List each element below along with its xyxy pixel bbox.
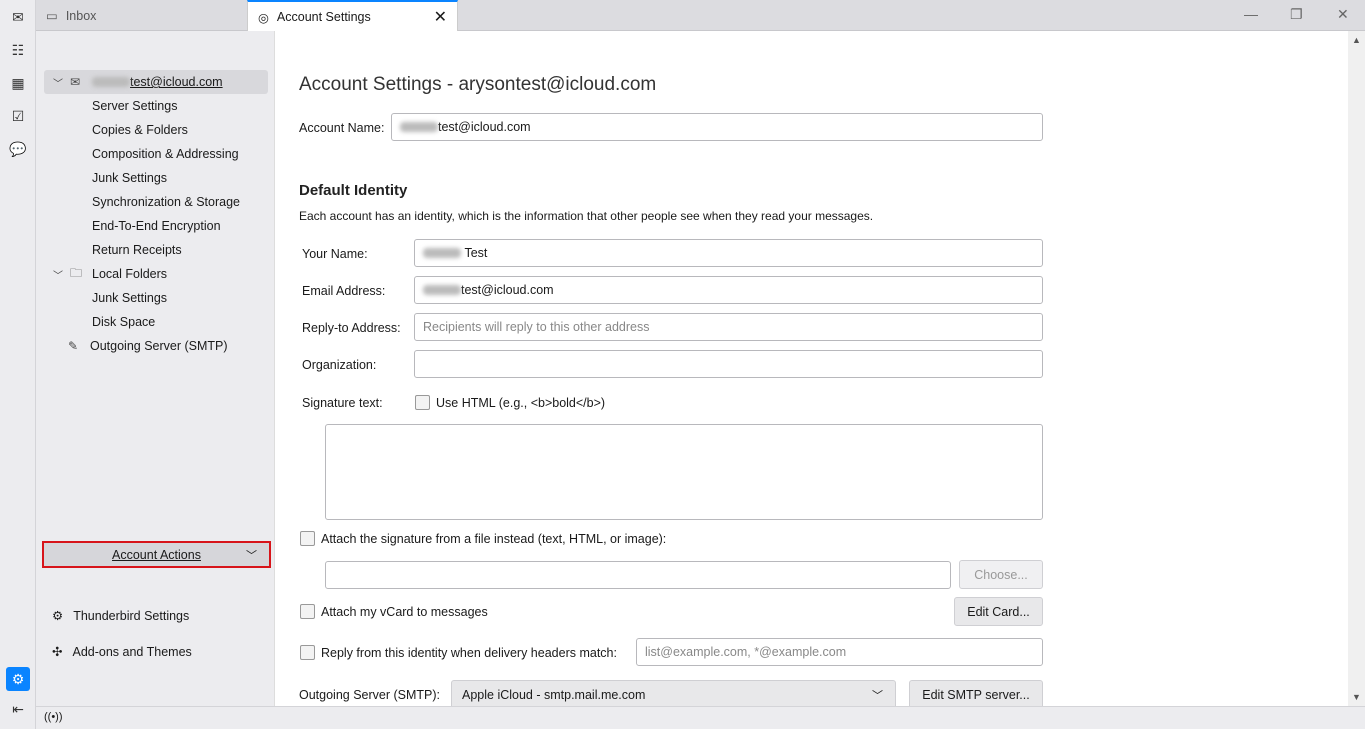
tab-bar: ▭ Inbox ◎ Account Settings ✕ — ❐ ✕ [36,0,1365,32]
tab-label: Inbox [65,8,97,23]
your-name-label: Your Name: [302,247,368,261]
redacted [92,77,130,87]
spaces-toolbar: ✉ ☷ ▦ ☑ 💬 ⚙ ⇤ [0,0,36,729]
tree-item-sync[interactable]: Synchronization & Storage [44,190,268,214]
outgoing-server-item[interactable]: ✎ Outgoing Server (SMTP) [44,334,268,358]
use-html-checkbox[interactable] [415,395,430,410]
scroll-up-icon[interactable]: ▲ [1352,35,1361,45]
inbox-icon: ▭ [46,9,58,23]
reply-from-input[interactable]: list@example.com, *@example.com [636,638,1043,666]
puzzle-icon: ✣ [52,645,63,659]
settings-gear-icon[interactable]: ⚙ [6,667,30,691]
page-title: Account Settings - arysontest@icloud.com [299,74,657,95]
folder-icon: 🗀 [70,265,83,280]
addons-themes-link[interactable]: ✣ Add-ons and Themes [52,644,192,660]
account-label: test@icloud.com [130,75,223,89]
mail-icon[interactable]: ✉ [9,8,27,26]
tree-item-junk[interactable]: Junk Settings [44,166,268,190]
chevron-down-icon[interactable]: ﹀ [50,75,66,90]
close-window-icon[interactable]: ✕ [1337,6,1349,23]
online-status-icon[interactable]: ((•)) [44,711,63,723]
outgoing-label: Outgoing Server (SMTP) [90,339,228,353]
chat-icon[interactable]: 💬 [9,140,27,158]
input-value: test@icloud.com [461,283,554,297]
tab-inbox[interactable]: ▭ Inbox [36,0,247,31]
tab-account-settings[interactable]: ◎ Account Settings ✕ [247,0,458,32]
tree-item-composition[interactable]: Composition & Addressing [44,142,268,166]
redacted [400,122,438,132]
signature-label: Signature text: [302,396,383,410]
reply-from-checkbox[interactable] [300,645,315,660]
attach-signature-checkbox[interactable] [300,531,315,546]
attach-vcard-checkbox[interactable] [300,604,315,619]
account-icon: ◎ [258,10,269,25]
scroll-down-icon[interactable]: ▼ [1352,692,1361,702]
redacted [423,285,461,295]
email-input[interactable]: test@icloud.com [414,276,1043,304]
choose-button[interactable]: Choose... [959,560,1043,589]
account-settings-pane: Account Settings - arysontest@icloud.com… [275,31,1348,706]
edit-smtp-button[interactable]: Edit SMTP server... [909,680,1043,706]
tree-item-server-settings[interactable]: Server Settings [44,94,268,118]
link-label: Add-ons and Themes [72,644,192,659]
address-book-icon[interactable]: ☷ [9,41,27,59]
local-folders-item[interactable]: ﹀ 🗀 Local Folders [44,262,268,286]
email-label: Email Address: [302,284,386,298]
gear-icon: ⚙ [52,609,64,623]
link-label: Thunderbird Settings [73,608,190,623]
input-value: Test [464,246,488,260]
outgoing-server-select[interactable]: Apple iCloud - smtp.mail.me.com ﹀ [451,680,896,706]
organization-input[interactable] [414,350,1043,378]
account-name-input[interactable]: test@icloud.com [391,113,1043,141]
section-heading: Default Identity [299,182,408,199]
select-value: Apple iCloud - smtp.mail.me.com [462,687,646,702]
close-tab-icon[interactable]: ✕ [434,7,447,27]
mail-account-icon: ✉ [70,75,81,89]
chevron-down-icon: ﹀ [246,549,257,562]
outgoing-server-icon: ✎ [68,339,79,353]
outgoing-server-label: Outgoing Server (SMTP): [299,688,441,702]
calendar-icon[interactable]: ▦ [9,74,27,92]
minimize-icon[interactable]: — [1244,6,1258,22]
collapse-toolbar-icon[interactable]: ⇤ [9,700,27,718]
input-value: test@icloud.com [438,120,531,134]
tree-item-copies-folders[interactable]: Copies & Folders [44,118,268,142]
tasks-icon[interactable]: ☑ [9,107,27,125]
redacted [423,248,461,258]
signature-textarea[interactable] [325,424,1043,520]
your-name-input[interactable]: Test [414,239,1043,267]
account-actions-button[interactable]: Account Actions ﹀ [42,541,271,568]
thunderbird-settings-link[interactable]: ⚙ Thunderbird Settings [52,608,190,624]
scrollbar[interactable]: ▲ ▼ [1348,31,1365,706]
tab-label: Account Settings [276,10,371,24]
edit-card-button[interactable]: Edit Card... [954,597,1043,626]
account-name-label: Account Name: [299,121,385,135]
account-actions-label: Account Actions [112,547,201,562]
signature-file-input[interactable] [325,561,951,589]
account-tree: ﹀ ✉ test@icloud.com Server Settings Copies… [44,70,268,358]
organization-label: Organization: [302,358,377,372]
chevron-down-icon: ﹀ [872,689,883,702]
local-folders-label: Local Folders [92,267,168,281]
tree-item-local-junk[interactable]: Junk Settings [44,286,268,310]
identity-description: Each account has an identity, which is t… [299,209,874,223]
chevron-down-icon[interactable]: ﹀ [50,267,66,282]
reply-to-label: Reply-to Address: [302,321,401,335]
status-bar: ((•)) [36,706,1365,729]
use-html-label: Use HTML (e.g., <b>bold</b>) [436,396,606,410]
reply-to-input[interactable]: Recipients will reply to this other addr… [414,313,1043,341]
tree-item-receipts[interactable]: Return Receipts [44,238,268,262]
tree-item-disk-space[interactable]: Disk Space [44,310,268,334]
restore-icon[interactable]: ❐ [1290,6,1303,23]
attach-vcard-label: Attach my vCard to messages [321,605,488,619]
reply-from-label: Reply from this identity when delivery h… [321,646,617,660]
attach-signature-label: Attach the signature from a file instead… [321,532,667,546]
account-sidebar: ﹀ ✉ test@icloud.com Server Settings Copies… [36,31,275,706]
tree-item-e2e[interactable]: End-To-End Encryption [44,214,268,238]
account-item[interactable]: ﹀ ✉ test@icloud.com [44,70,268,94]
